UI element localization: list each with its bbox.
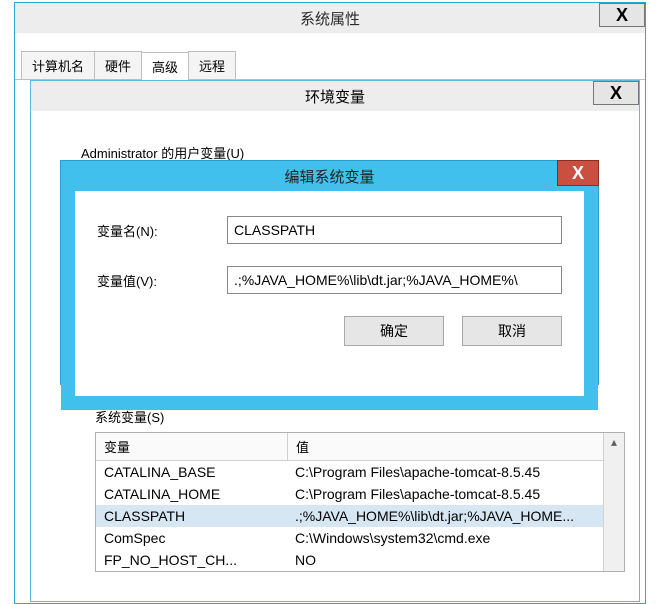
cell-value: C:\Program Files\apache-tomcat-8.5.45 xyxy=(287,461,624,483)
col-header-variable[interactable]: 变量 xyxy=(96,433,288,460)
edit-title: 编辑系统变量 xyxy=(284,166,374,187)
cell-value: C:\Program Files\apache-tomcat-8.5.45 xyxy=(287,483,624,505)
edit-buttons: 确定 取消 xyxy=(97,316,562,346)
cell-variable: FP_NO_HOST_CH... xyxy=(96,549,287,571)
table-row[interactable]: CATALINA_BASEC:\Program Files\apache-tom… xyxy=(96,461,624,483)
env-title: 环境变量 xyxy=(305,86,365,107)
var-value-input[interactable] xyxy=(227,266,562,294)
close-icon: X xyxy=(572,164,584,182)
sys-prop-tabs: 计算机名 硬件 高级 远程 xyxy=(15,51,645,80)
sys-prop-titlebar: 系统属性 X xyxy=(15,3,645,33)
cell-value: .;%JAVA_HOME%\lib\dt.jar;%JAVA_HOME... xyxy=(287,505,624,527)
edit-close-button[interactable]: X xyxy=(557,160,599,186)
var-name-label: 变量名(N): xyxy=(97,221,227,240)
ok-button[interactable]: 确定 xyxy=(344,316,444,346)
var-name-input[interactable] xyxy=(227,216,562,244)
table-header: 变量 值 xyxy=(96,433,624,461)
scroll-up-icon[interactable]: ▴ xyxy=(611,435,617,449)
cancel-button[interactable]: 取消 xyxy=(462,316,562,346)
env-titlebar: 环境变量 X xyxy=(31,81,639,111)
table-rows: CATALINA_BASEC:\Program Files\apache-tom… xyxy=(96,461,624,571)
tab-computer-name[interactable]: 计算机名 xyxy=(21,51,95,79)
var-name-row: 变量名(N): xyxy=(97,216,562,244)
cell-variable: CLASSPATH xyxy=(96,505,287,527)
sys-prop-title: 系统属性 xyxy=(300,8,360,29)
table-row[interactable]: CLASSPATH.;%JAVA_HOME%\lib\dt.jar;%JAVA_… xyxy=(96,505,624,527)
close-icon: X xyxy=(610,84,622,102)
col-header-value[interactable]: 值 xyxy=(288,433,624,460)
scrollbar[interactable]: ▴ xyxy=(603,433,624,571)
table-row[interactable]: FP_NO_HOST_CH...NO xyxy=(96,549,624,571)
tab-remote[interactable]: 远程 xyxy=(188,51,236,79)
table-row[interactable]: CATALINA_HOMEC:\Program Files\apache-tom… xyxy=(96,483,624,505)
edit-system-variable-dialog: 编辑系统变量 X 变量名(N): 变量值(V): 确定 取消 xyxy=(60,160,599,385)
cell-variable: CATALINA_HOME xyxy=(96,483,287,505)
var-value-row: 变量值(V): xyxy=(97,266,562,294)
cell-value: C:\Windows\system32\cmd.exe xyxy=(287,527,624,549)
cell-variable: ComSpec xyxy=(96,527,287,549)
cell-variable: CATALINA_BASE xyxy=(96,461,287,483)
tab-hardware[interactable]: 硬件 xyxy=(94,51,142,79)
cell-value: NO xyxy=(287,549,624,571)
system-variables-table: 变量 值 CATALINA_BASEC:\Program Files\apach… xyxy=(95,432,625,572)
edit-body: 变量名(N): 变量值(V): 确定 取消 xyxy=(61,191,598,410)
env-close-button[interactable]: X xyxy=(593,81,639,105)
sys-prop-close-button[interactable]: X xyxy=(599,3,645,27)
close-icon: X xyxy=(616,6,628,24)
table-row[interactable]: ComSpecC:\Windows\system32\cmd.exe xyxy=(96,527,624,549)
edit-titlebar: 编辑系统变量 X xyxy=(61,161,598,191)
var-value-label: 变量值(V): xyxy=(97,271,227,290)
system-variables-label: 系统变量(S) xyxy=(95,407,164,426)
tab-advanced[interactable]: 高级 xyxy=(141,52,189,80)
